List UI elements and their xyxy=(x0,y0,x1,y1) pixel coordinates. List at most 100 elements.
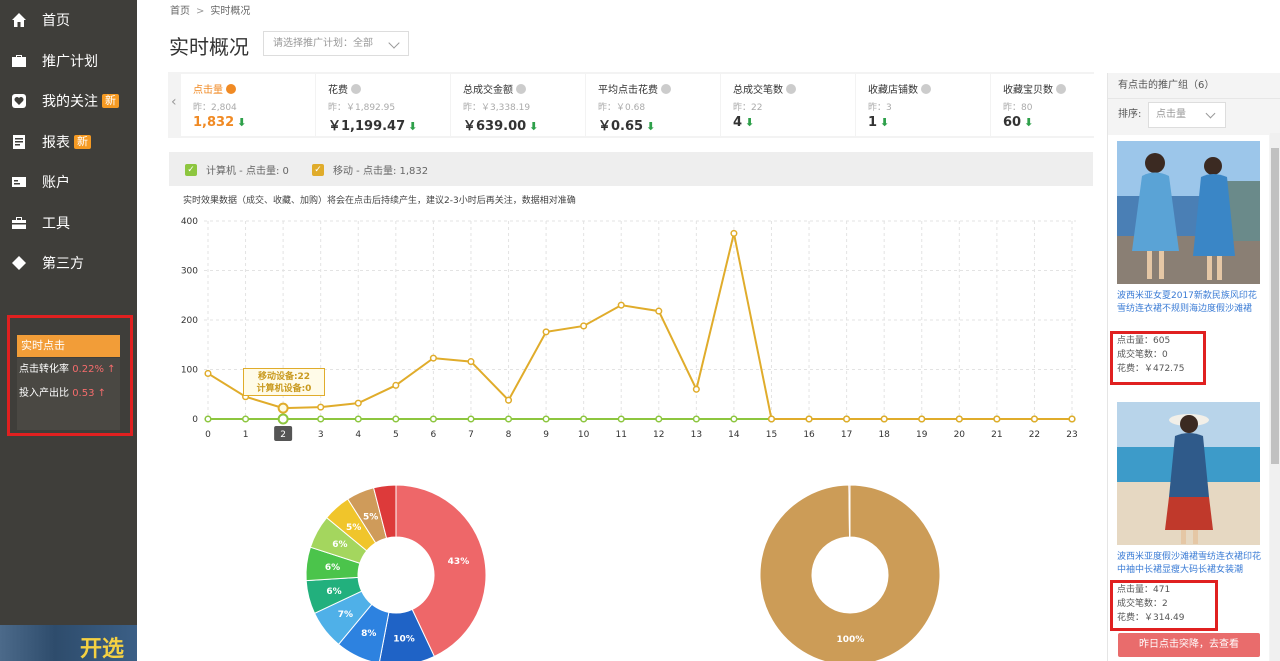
new-badge: 新 xyxy=(102,94,119,109)
heart-icon xyxy=(10,92,28,110)
checkbox-icon[interactable]: ✓ xyxy=(312,163,324,176)
metric-card[interactable]: 总成交金额 昨：￥3,338.19 ￥639.00 ⬇ xyxy=(451,74,585,136)
x-tick-label: 10 xyxy=(578,430,590,440)
report-icon xyxy=(10,133,28,151)
data-point xyxy=(204,369,212,378)
page-title: 实时概况 xyxy=(169,35,249,59)
down-arrow-icon: ⬇ xyxy=(237,116,247,129)
help-icon[interactable] xyxy=(226,83,236,94)
product-title[interactable]: 波西米亚女夏2017新款民族风印花雪纺连衣裙不规则海边度假沙滩裙 xyxy=(1117,290,1262,316)
x-tick-label: 2 xyxy=(280,430,286,440)
metric-value: 1,832 ⬇ xyxy=(193,115,247,130)
data-point xyxy=(692,385,700,393)
metric-value: ￥0.65 ⬇ xyxy=(598,119,656,134)
x-tick-label: 7 xyxy=(468,430,474,440)
slice-label: 10% xyxy=(393,634,415,644)
x-tick-label: 8 xyxy=(506,430,512,440)
diamond-icon xyxy=(10,254,28,272)
promo-banner[interactable]: 开选 xyxy=(0,625,137,661)
data-point xyxy=(429,354,437,362)
data-point xyxy=(730,415,738,423)
sort-select[interactable]: 点击量 xyxy=(1148,102,1226,128)
chevron-left-icon[interactable]: ‹ xyxy=(171,94,177,110)
sidebar-item-home[interactable]: 首页 xyxy=(0,0,137,41)
metric-card[interactable]: 点击量 昨：2,804 1,832 ⬇ xyxy=(181,74,315,136)
help-icon[interactable] xyxy=(786,83,796,94)
data-point xyxy=(730,229,738,237)
metric-yesterday: 昨：￥3,338.19 xyxy=(463,103,531,113)
x-tick-label: 16 xyxy=(803,430,815,440)
data-point xyxy=(617,301,625,309)
donut-chart-left: 43% 10% 8% 7% 6% 6% 6% 5%5% 4% xyxy=(305,475,487,661)
pie-slice xyxy=(848,484,851,538)
product-image[interactable] xyxy=(1117,141,1260,284)
sidebar-item-following[interactable]: 我的关注 新 xyxy=(0,81,137,122)
sidebar-item-label: 首页 xyxy=(42,13,70,30)
down-arrow-icon: ⬇ xyxy=(408,120,418,133)
data-point xyxy=(767,415,776,423)
product-image[interactable] xyxy=(1117,402,1260,545)
metric-value: 4 ⬇ xyxy=(733,115,755,130)
x-tick-label: 13 xyxy=(691,430,702,440)
x-tick-label: 15 xyxy=(766,430,777,440)
plan-select[interactable]: 请选择推广计划：全部 xyxy=(263,31,409,56)
x-tick-label: 19 xyxy=(916,430,928,440)
sidebar-item-label: 第三方 xyxy=(42,256,84,273)
sidebar-item-thirdparty[interactable]: 第三方 xyxy=(0,243,137,284)
sidebar-item-tools[interactable]: 工具 xyxy=(0,203,137,244)
chart-note: 实时效果数据（成交、收藏、加购）将会在点击后持续产生，建议2-3小时后再关注，数… xyxy=(183,196,576,206)
roi: 投入产出比 0.53 ↑ xyxy=(19,388,107,399)
help-icon[interactable] xyxy=(1056,83,1066,94)
up-arrow-icon: ↑ xyxy=(107,364,116,375)
realtime-click-widget[interactable]: 实时点击 点击转化率 0.22% ↑ 投入产出比 0.53 ↑ xyxy=(7,315,133,436)
account-card-icon xyxy=(10,173,28,191)
help-icon[interactable] xyxy=(516,83,526,94)
metric-card[interactable]: 总成交笔数 昨：22 4 ⬇ xyxy=(721,74,855,136)
sidebar-item-campaigns[interactable]: 推广计划 xyxy=(0,41,137,82)
metric-card[interactable]: 平均点击花费 昨：￥0.68 ￥0.65 ⬇ xyxy=(586,74,720,136)
metric-card[interactable]: 收藏宝贝数 昨：80 60 ⬇ xyxy=(991,74,1125,136)
view-click-drop-button[interactable]: 昨日点击突降，去查看 xyxy=(1118,633,1260,657)
hourly-click-line-chart: 01002003004000 1 2 3 4 5 6 7 8 9 10 11 12 13 14 15 16 17 1… xyxy=(181,217,1078,441)
sidebar-item-reports[interactable]: 报表 新 xyxy=(0,122,137,163)
metric-card[interactable]: 收藏店铺数 昨：3 1 ⬇ xyxy=(856,74,990,136)
sidebar-item-account[interactable]: 账户 xyxy=(0,162,137,203)
data-point xyxy=(504,415,513,423)
slice-label: 5% xyxy=(363,512,378,522)
x-tick-label: 22 xyxy=(1029,430,1040,440)
breadcrumb-home[interactable]: 首页 xyxy=(170,6,190,17)
x-tick-label: 23 xyxy=(1066,430,1077,440)
down-arrow-icon: ⬇ xyxy=(1024,116,1034,129)
data-point xyxy=(317,415,325,423)
data-point xyxy=(1068,415,1076,423)
plan-select-label: 请选择推广计划： xyxy=(273,38,353,49)
metric-name: 总成交笔数 xyxy=(733,81,855,96)
data-point xyxy=(655,307,663,315)
tooltip: 移动设备:22 计算机设备:0 xyxy=(243,368,325,396)
realtime-title: 实时点击 xyxy=(17,335,120,357)
help-icon[interactable] xyxy=(661,83,671,94)
toolbox-icon xyxy=(10,214,28,232)
metric-name: 总成交金额 xyxy=(463,81,585,96)
checkbox-icon[interactable]: ✓ xyxy=(185,163,197,176)
slice-label: 7% xyxy=(338,610,353,620)
up-arrow-icon: ↑ xyxy=(97,388,107,399)
sidebar-item-label: 报表 xyxy=(42,134,70,151)
plan-select-value: 全部 xyxy=(353,38,373,49)
chevron-down-icon xyxy=(388,37,400,49)
help-icon[interactable] xyxy=(921,83,931,94)
metric-card[interactable]: 花费 昨：￥1,892.95 ￥1,199.47 ⬇ xyxy=(316,74,450,136)
product-title[interactable]: 波西米亚度假沙滩裙雪纺连衣裙印花中袖中长裙显瘦大码长裙女装潮 xyxy=(1117,551,1262,577)
legend-mobile[interactable]: ✓ 移动 - 点击量: 1,832 xyxy=(312,162,428,177)
help-icon[interactable] xyxy=(351,83,361,94)
data-point xyxy=(467,358,475,366)
scrollbar-thumb[interactable] xyxy=(1271,148,1279,464)
home-icon xyxy=(10,11,28,29)
metric-yesterday: 昨：3 xyxy=(868,103,892,113)
highlight-point xyxy=(277,413,289,425)
y-tick-label: 100 xyxy=(181,366,198,376)
legend-pc[interactable]: ✓ 计算机 - 点击量: 0 xyxy=(185,162,289,177)
x-tick-label: 1 xyxy=(243,430,249,440)
data-point xyxy=(542,415,550,423)
x-tick-label: 17 xyxy=(841,430,852,440)
